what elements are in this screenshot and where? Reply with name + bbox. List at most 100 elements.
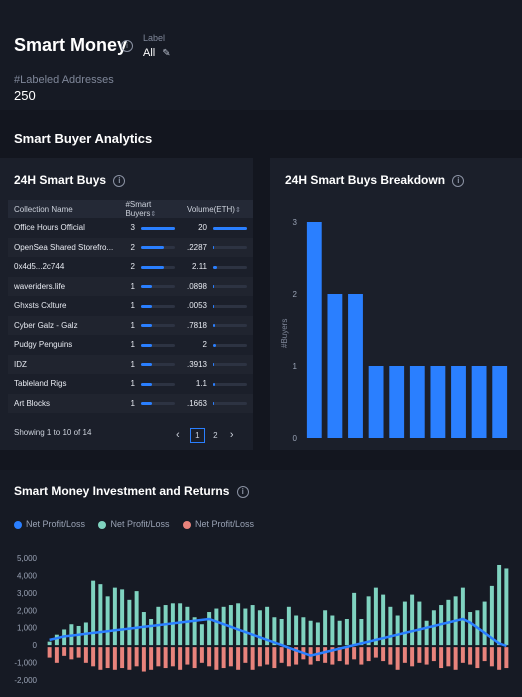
loss-bar [214,647,219,670]
y-axis-label: #Buyers [280,319,289,348]
bar [348,294,363,438]
page-2-button[interactable]: 2 [213,431,217,440]
volume-cell: .0053 [181,296,253,316]
page-header: Smart Money i Label All ✎ #Labeled Addre… [0,0,522,110]
profit-bar [105,596,110,646]
collection-name[interactable]: Office Hours Official [8,218,119,238]
loss-bar [352,647,357,660]
smart-buyers-bar [140,382,175,386]
loss-bar [439,647,444,669]
profit-bar [127,599,132,646]
smart-buyers-cell: 1 [119,374,180,394]
column-header-volume[interactable]: Volume(ETH)⇕ [180,200,253,218]
smart-buyers-value: 1 [130,359,135,369]
table-row[interactable]: Art Blocks 1 .1663 [8,393,253,413]
loss-bar [192,647,197,669]
profit-bar [460,587,465,646]
table-row[interactable]: OpenSea Shared Storefro... 2 .2287 [8,237,253,257]
smart-buyers-cell: 2 [119,257,180,277]
collection-name[interactable]: OpenSea Shared Storefro... [8,237,120,257]
loss-bar [395,647,400,670]
column-header-buyers[interactable]: #Smart Buyers⇕ [119,200,181,218]
loss-bar [69,647,74,660]
volume-bar [213,285,247,289]
profit-bar [134,591,139,646]
table-row[interactable]: 0x4d5...2c744 2 2.11 [8,257,253,277]
label-filter[interactable]: All ✎ [143,47,171,59]
loss-bar [417,647,422,663]
volume-bar [213,343,247,347]
profit-bar [141,612,146,646]
loss-bar [431,647,436,662]
loss-bar [98,647,103,670]
bar [389,366,405,438]
loss-bar [199,647,204,663]
smart-buyers-cell: 1 [119,296,180,316]
sort-icon[interactable]: ⇕ [150,211,156,218]
volume-bar [213,304,247,308]
smart-buyers-value: 2 [130,262,135,272]
y-tick-label: 3,000 [17,589,38,598]
collection-name[interactable]: 0x4d5...2c744 [8,257,119,277]
y-tick-label: 3 [293,218,298,227]
loss-bar [178,647,183,670]
profit-bar [207,612,212,646]
loss-bar [250,647,255,670]
loss-bar [221,647,226,669]
volume-value: .2287 [186,242,207,252]
volume-cell: 20 [181,218,253,238]
table-row[interactable]: Pudgy Penguins 1 2 [8,335,253,355]
table-row[interactable]: waveriders.life 1 .0898 [8,276,253,296]
loss-bar [344,647,349,665]
next-page-button[interactable]: › [230,429,234,441]
label-value: All [143,47,156,59]
volume-value: .0898 [186,281,207,291]
profit-bar [417,601,422,646]
info-icon[interactable]: i [121,40,133,52]
smart-buys-table: Collection Name #Smart Buyers⇕ Volume(ET… [8,200,253,413]
bar [409,366,425,438]
collection-name[interactable]: Tableland Rigs [8,374,119,394]
loss-bar [47,647,52,658]
profit-bar [424,620,429,646]
profit-bar [279,619,284,646]
profit-bar [112,587,117,646]
info-icon[interactable]: i [113,174,126,187]
table-row[interactable]: Tableland Rigs 1 1.1 [8,374,253,394]
prev-page-button[interactable]: ‹ [176,429,180,441]
smart-buyers-bar [140,402,175,406]
profit-bar [352,592,357,646]
profit-bar [468,612,473,646]
profit-bar [330,615,335,646]
smart-buyers-cell: 3 [119,218,180,238]
column-header-collection[interactable]: Collection Name [8,200,120,218]
smart-buyers-cell: 1 [119,393,181,413]
table-row[interactable]: Office Hours Official 3 20 [8,218,253,238]
page-1-button[interactable]: 1 [189,428,205,443]
labeled-addresses-count: 250 [14,88,36,103]
y-tick-label: 0 [33,641,38,650]
table-row[interactable]: IDZ 1 .3913 [8,354,253,374]
sort-icon[interactable]: ⇕ [235,207,241,214]
collection-name[interactable]: Art Blocks [8,393,120,413]
loss-bar [381,647,386,662]
pencil-icon[interactable]: ✎ [162,48,170,59]
collection-name[interactable]: Cyber Galz - Galz [8,315,120,335]
profit-bar [395,615,400,646]
collection-name[interactable]: Pudgy Penguins [8,335,119,355]
smart-buyers-value: 2 [130,242,135,252]
smart-buyers-value: 1 [130,398,135,408]
smart-buyers-value: 3 [130,223,135,233]
loss-bar [323,647,328,663]
y-tick-label: 1 [293,362,298,371]
table-row[interactable]: Cyber Galz - Galz 1 .7818 [8,315,253,335]
loss-bar [475,647,480,669]
profit-bar [47,641,52,646]
collection-name[interactable]: Ghxsts Cxlture [8,296,119,316]
labeled-addresses-caption: #Labeled Addresses [14,74,114,86]
collection-name[interactable]: IDZ [8,354,120,374]
smart-buyers-cell: 1 [119,315,181,335]
table-row[interactable]: Ghxsts Cxlture 1 .0053 [8,296,253,316]
collection-name[interactable]: waveriders.life [8,276,120,296]
smart-buyers-cell: 1 [119,335,180,355]
